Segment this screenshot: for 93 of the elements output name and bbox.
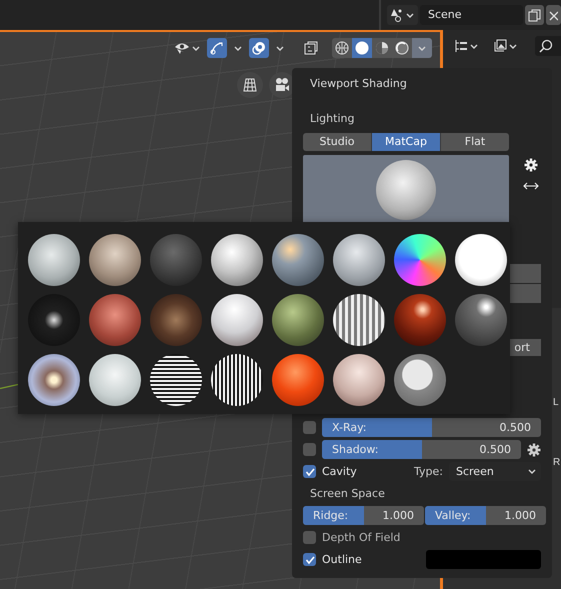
matcap-option[interactable] xyxy=(211,294,263,346)
x-axis-line xyxy=(0,384,18,389)
search-icon xyxy=(539,39,553,53)
scene-selector-button[interactable] xyxy=(387,5,418,25)
matcap-option[interactable] xyxy=(333,234,385,286)
value-slider[interactable]: Valley: 1.000 xyxy=(425,506,546,525)
matcap-option[interactable] xyxy=(89,294,141,346)
field-label: R xyxy=(553,456,561,470)
close-icon xyxy=(549,8,558,22)
matcap-option[interactable] xyxy=(89,354,141,406)
matcap-option[interactable] xyxy=(394,234,446,286)
copy-icon xyxy=(528,8,541,22)
wireframe-sphere-icon xyxy=(335,41,349,55)
slider-label: Ridge: xyxy=(313,509,348,522)
matcap-option[interactable] xyxy=(89,234,141,286)
outliner-icon xyxy=(454,39,468,53)
caret-icon xyxy=(191,44,201,52)
gizmo-toggle[interactable] xyxy=(207,38,227,58)
caret-icon xyxy=(508,42,518,50)
shading-mode-button[interactable] xyxy=(392,38,412,58)
section-label: Lighting xyxy=(310,111,354,127)
option-label: Depth Of Field xyxy=(322,531,400,544)
field-label: L xyxy=(553,396,560,410)
matcap-option[interactable] xyxy=(272,354,324,406)
slider-label: Shadow: xyxy=(332,443,379,456)
matcap-option[interactable] xyxy=(394,294,446,346)
slider-value: 0.500 xyxy=(500,421,531,434)
checkbox[interactable] xyxy=(303,443,316,456)
value-slider[interactable]: Shadow: 0.500 xyxy=(322,440,521,459)
caret-icon xyxy=(469,42,479,50)
scene-name-field[interactable]: Scene xyxy=(420,5,523,25)
option-label: Outline xyxy=(322,553,362,566)
caret-icon xyxy=(527,467,537,476)
matcap-option[interactable] xyxy=(394,354,446,406)
material-sphere-icon xyxy=(375,41,389,55)
panel-title: Viewport Shading xyxy=(310,76,407,92)
matcap-option[interactable] xyxy=(28,234,80,286)
matcap-preview[interactable] xyxy=(303,155,509,224)
search-field[interactable] xyxy=(535,36,561,56)
checkbox[interactable] xyxy=(303,465,316,478)
scene-icon xyxy=(390,8,404,22)
matcap-option[interactable] xyxy=(211,234,263,286)
caret-icon xyxy=(233,44,243,52)
slider-value: 1.000 xyxy=(504,509,536,522)
flip-arrows-icon xyxy=(523,181,539,191)
gizmo-icon xyxy=(210,41,224,55)
movie-camera-icon xyxy=(274,77,290,93)
rendered-sphere-icon xyxy=(395,41,409,55)
caret-icon xyxy=(417,44,427,52)
delete-scene-button[interactable] xyxy=(546,5,561,25)
overlay-toggle[interactable] xyxy=(249,38,269,58)
image-stack-icon xyxy=(493,39,507,53)
settings-icon xyxy=(524,158,538,172)
matcap-option[interactable] xyxy=(333,354,385,406)
value-slider[interactable]: X-Ray: 0.500 xyxy=(322,418,541,437)
dropdown-value: Screen xyxy=(456,465,494,478)
caret-icon xyxy=(405,10,415,20)
overlay-icon xyxy=(252,41,266,55)
xray-icon xyxy=(304,41,318,55)
shading-mode-button[interactable] xyxy=(352,38,372,58)
lighting-tab[interactable]: MatCap xyxy=(372,133,441,151)
outline-color-swatch[interactable] xyxy=(426,550,541,569)
ortho-toggle-button[interactable] xyxy=(237,72,263,98)
section-label: Screen Space xyxy=(310,487,385,500)
checkmark-icon xyxy=(304,466,314,476)
matcap-option[interactable] xyxy=(272,294,324,346)
matcap-option[interactable] xyxy=(455,234,507,286)
checkbox[interactable] xyxy=(303,553,316,566)
matcap-option[interactable] xyxy=(28,354,80,406)
grid-icon xyxy=(242,77,258,93)
checkbox[interactable] xyxy=(303,531,316,544)
lighting-tab[interactable]: Studio xyxy=(303,133,372,151)
solid-circle-icon xyxy=(355,41,369,55)
caret-icon xyxy=(275,44,285,52)
eye-cursor-icon xyxy=(174,41,190,55)
checkmark-icon xyxy=(304,554,314,564)
shading-mode-button[interactable] xyxy=(372,38,392,58)
checkbox[interactable] xyxy=(303,421,316,434)
shading-mode-button[interactable] xyxy=(332,38,352,58)
shadow-settings-button[interactable] xyxy=(527,442,541,456)
value-slider[interactable]: Ridge: 1.000 xyxy=(303,506,424,525)
slider-label: X-Ray: xyxy=(332,421,367,434)
slider-value: 1.000 xyxy=(382,509,414,522)
matcap-option[interactable] xyxy=(333,294,385,346)
option-label: Cavity xyxy=(322,465,357,478)
settings-icon xyxy=(527,442,541,456)
type-label: Type: xyxy=(414,465,443,478)
slider-value: 0.500 xyxy=(480,443,511,456)
new-scene-button[interactable] xyxy=(525,5,544,25)
lighting-tab[interactable]: Flat xyxy=(441,133,509,151)
slider-label: Valley: xyxy=(435,509,471,522)
matcap-option[interactable] xyxy=(272,234,324,286)
matcap-option[interactable] xyxy=(455,294,507,346)
